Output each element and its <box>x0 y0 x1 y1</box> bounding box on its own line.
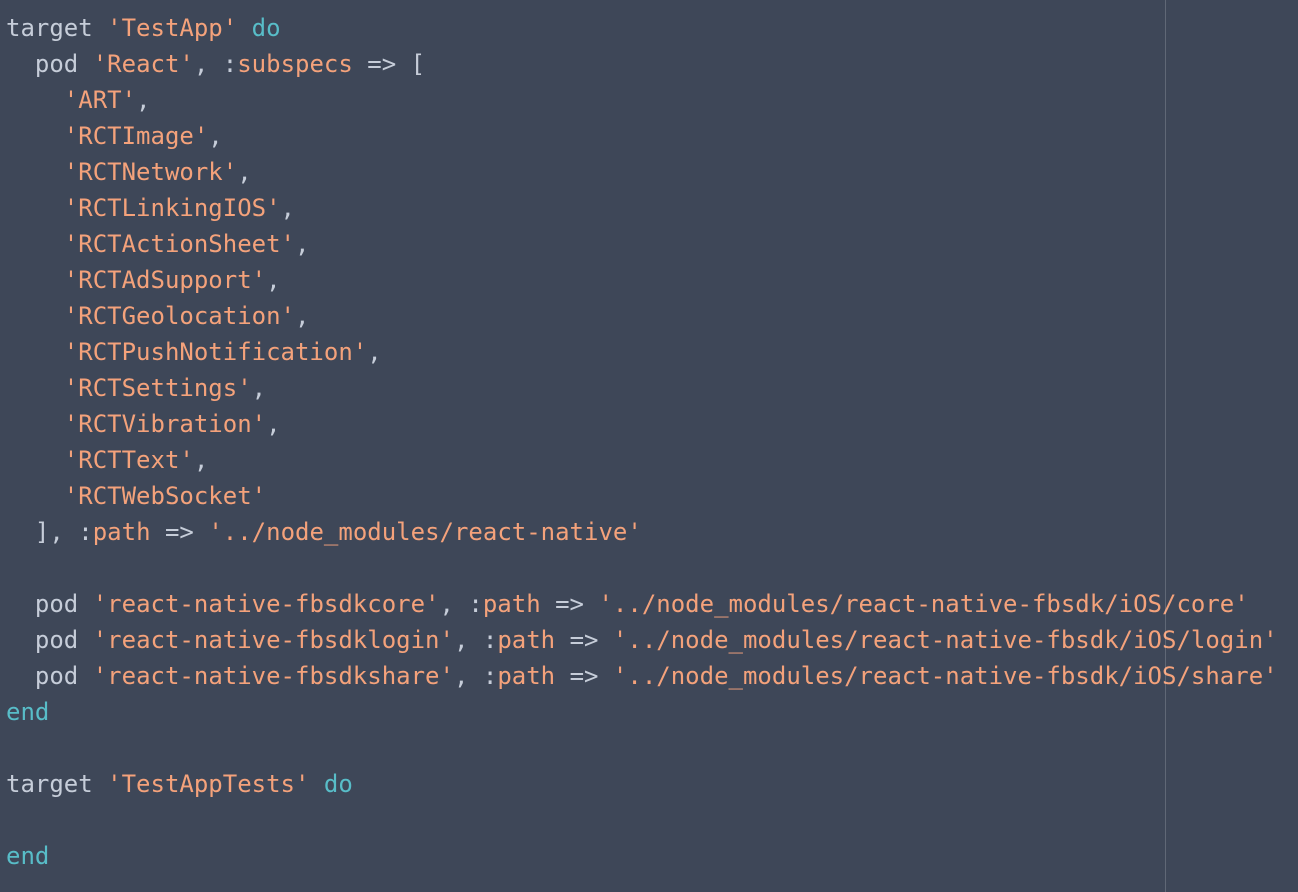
comma: , <box>295 230 309 258</box>
code-editor[interactable]: target 'TestApp' do pod 'React', :subspe… <box>0 0 1298 892</box>
str-art: 'ART' <box>64 86 136 114</box>
arrow: => <box>165 518 194 546</box>
kw-target: target <box>6 14 93 42</box>
str-rctpushnotif: 'RCTPushNotification' <box>64 338 367 366</box>
comma: , <box>194 50 208 78</box>
colon: : <box>483 662 497 690</box>
kw-end: end <box>6 698 49 726</box>
rbracket: ] <box>35 518 49 546</box>
arrow: => <box>570 626 599 654</box>
str-react: 'React' <box>93 50 194 78</box>
arrow: => <box>570 662 599 690</box>
colon: : <box>78 518 92 546</box>
str-fbsdkcore-path: '../node_modules/react-native-fbsdk/iOS/… <box>598 590 1248 618</box>
arrow: => <box>367 50 396 78</box>
str-rctgeolocation: 'RCTGeolocation' <box>64 302 295 330</box>
kw-do: do <box>324 770 353 798</box>
colon: : <box>223 50 237 78</box>
str-fbsdklogin-path: '../node_modules/react-native-fbsdk/iOS/… <box>613 626 1278 654</box>
comma: , <box>454 662 468 690</box>
kw-pod: pod <box>35 626 78 654</box>
code-block: target 'TestApp' do pod 'React', :subspe… <box>0 0 1298 874</box>
colon: : <box>483 626 497 654</box>
comma: , <box>237 158 251 186</box>
sym-path: path <box>497 626 555 654</box>
ruler-guide <box>1165 0 1166 892</box>
sym-path: path <box>483 590 541 618</box>
comma: , <box>252 374 266 402</box>
comma: , <box>440 590 454 618</box>
kw-pod: pod <box>35 50 78 78</box>
kw-do: do <box>252 14 281 42</box>
colon: : <box>468 590 482 618</box>
sym-path: path <box>93 518 151 546</box>
comma: , <box>194 446 208 474</box>
str-rctactionsheet: 'RCTActionSheet' <box>64 230 295 258</box>
str-rcttext: 'RCTText' <box>64 446 194 474</box>
str-fbsdkshare: 'react-native-fbsdkshare' <box>93 662 454 690</box>
str-rnpath: '../node_modules/react-native' <box>208 518 641 546</box>
lbracket: [ <box>411 50 425 78</box>
comma: , <box>367 338 381 366</box>
comma: , <box>295 302 309 330</box>
comma: , <box>454 626 468 654</box>
str-rctimage: 'RCTImage' <box>64 122 209 150</box>
str-rctvibration: 'RCTVibration' <box>64 410 266 438</box>
kw-pod: pod <box>35 590 78 618</box>
comma: , <box>266 410 280 438</box>
str-fbsdkshare-path: '../node_modules/react-native-fbsdk/iOS/… <box>613 662 1278 690</box>
comma: , <box>208 122 222 150</box>
str-testapptests: 'TestAppTests' <box>107 770 309 798</box>
str-fbsdkcore: 'react-native-fbsdkcore' <box>93 590 440 618</box>
kw-end: end <box>6 842 49 870</box>
kw-target: target <box>6 770 93 798</box>
str-rctlinkingios: 'RCTLinkingIOS' <box>64 194 281 222</box>
comma: , <box>49 518 63 546</box>
comma: , <box>266 266 280 294</box>
kw-pod: pod <box>35 662 78 690</box>
str-rctnetwork: 'RCTNetwork' <box>64 158 237 186</box>
str-testapp: 'TestApp' <box>107 14 237 42</box>
arrow: => <box>555 590 584 618</box>
str-rctadsupport: 'RCTAdSupport' <box>64 266 266 294</box>
comma: , <box>136 86 150 114</box>
sym-path: path <box>497 662 555 690</box>
comma: , <box>281 194 295 222</box>
str-rctsettings: 'RCTSettings' <box>64 374 252 402</box>
str-rctwebsocket: 'RCTWebSocket' <box>64 482 266 510</box>
sym-subspecs: subspecs <box>237 50 353 78</box>
str-fbsdklogin: 'react-native-fbsdklogin' <box>93 626 454 654</box>
